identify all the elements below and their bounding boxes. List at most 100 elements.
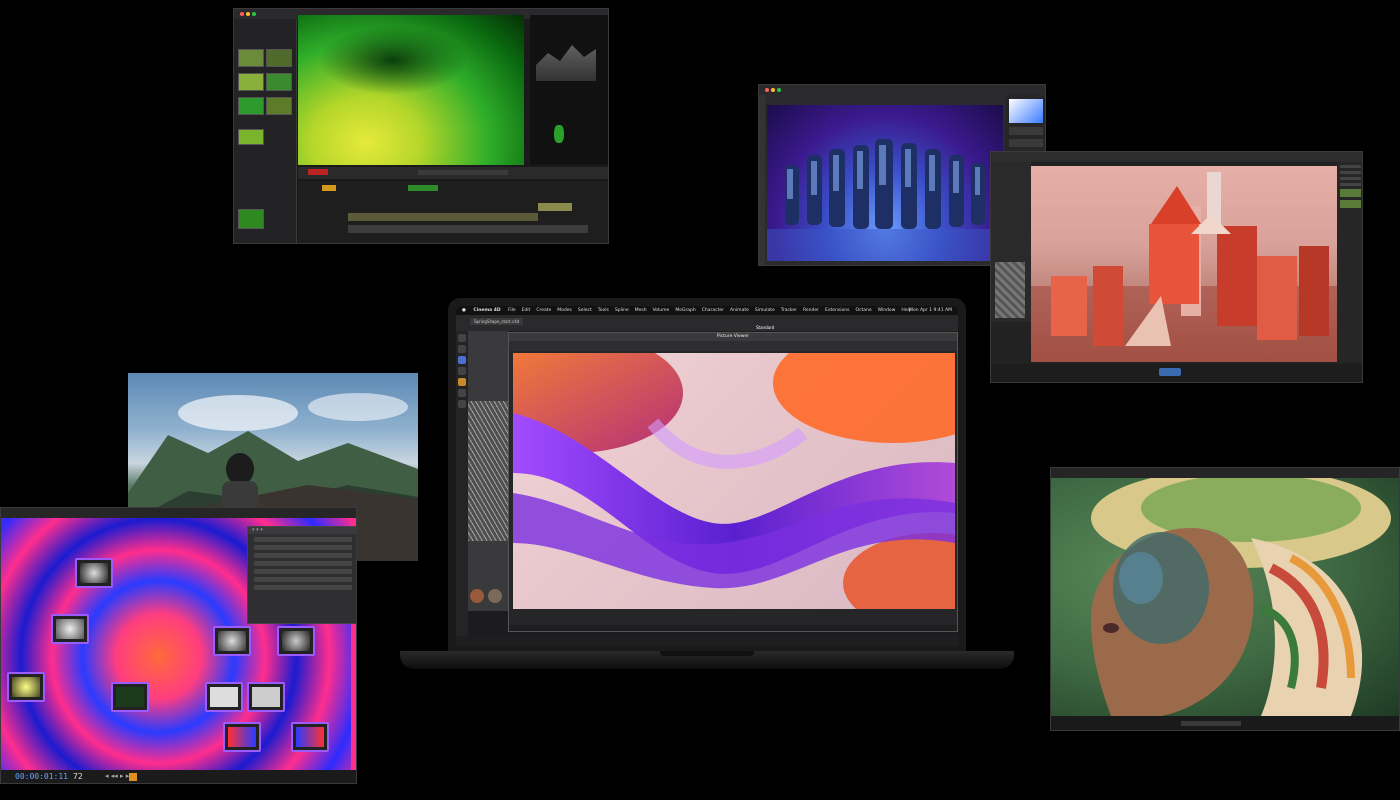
- 3d-app-window: [990, 151, 1363, 383]
- laptop-notch: [660, 651, 754, 656]
- material-thumbnail[interactable]: [488, 589, 502, 603]
- menubar-item-character[interactable]: Character: [702, 306, 724, 315]
- camera-tool-icon[interactable]: [458, 400, 466, 408]
- menubar-item-edit[interactable]: Edit: [522, 306, 531, 315]
- dancers-canvas: [767, 105, 1003, 261]
- outliner-panel[interactable]: [1337, 162, 1362, 362]
- menubar-item-select[interactable]: Select: [578, 306, 592, 315]
- menubar-item-modes[interactable]: Modes: [557, 306, 572, 315]
- record-button[interactable]: [129, 773, 137, 781]
- menubar-item-octane[interactable]: Octane: [855, 306, 871, 315]
- laptop: ● Cinema 4D File Edit Create Modes Select Too…: [448, 298, 966, 653]
- node-tile[interactable]: [75, 558, 113, 588]
- menubar-clock: Mon Apr 1 9:41 AM: [909, 308, 952, 313]
- zoom-icon[interactable]: [252, 11, 256, 16]
- close-icon[interactable]: [240, 11, 244, 16]
- select-tool-icon[interactable]: [458, 367, 466, 375]
- menubar-item-window[interactable]: Window: [878, 306, 896, 315]
- node-tile[interactable]: [111, 682, 149, 712]
- material-thumbnail[interactable]: [470, 589, 484, 603]
- node-tile[interactable]: [247, 682, 285, 712]
- photo-viewer-window: [1050, 467, 1400, 731]
- node-editor-titlebar: [1, 508, 356, 518]
- picture-viewer-titlebar: Picture Viewer: [509, 333, 957, 341]
- node-tile[interactable]: [223, 722, 261, 752]
- clip-thumbnail[interactable]: [266, 73, 292, 91]
- 3d-app-timeline[interactable]: [991, 364, 1362, 382]
- c4d-viewport[interactable]: [468, 331, 508, 611]
- zoom-icon[interactable]: [777, 87, 781, 92]
- apple-icon[interactable]: ●: [462, 306, 466, 315]
- render-canvas: [513, 353, 955, 609]
- twisted-ribbon-illustration: [513, 353, 955, 609]
- menubar-item-extensions[interactable]: Extensions: [825, 306, 849, 315]
- spline-tool-icon[interactable]: [458, 378, 466, 386]
- menubar-item-spline[interactable]: Spline: [615, 306, 629, 315]
- picture-viewer-status: [509, 625, 957, 631]
- node-tile[interactable]: [291, 722, 329, 752]
- layout-tab-standard[interactable]: Standard: [756, 325, 774, 330]
- c4d-toolbar: SpringShape_start.c4d Standard: [456, 315, 958, 331]
- clip-thumbnail[interactable]: [266, 97, 292, 115]
- timecode-display: 00:00:01:11: [15, 772, 68, 781]
- menubar-item-tools[interactable]: Tools: [598, 306, 609, 315]
- red-buildings-viewport: [1031, 166, 1337, 362]
- 3d-app-sidebar[interactable]: [991, 162, 1031, 322]
- node-editor-window: ▾ ▾ ▾ 00:00:01:11 72 ◂ ◂◂ ▸ ▸▸: [0, 507, 357, 784]
- laptop-screen: ● Cinema 4D File Edit Create Modes Select Too…: [456, 306, 958, 646]
- photo-viewer-titlebar: [1051, 468, 1399, 478]
- menubar-item-file[interactable]: File: [508, 306, 516, 315]
- inspector-panel[interactable]: ▾ ▾ ▾: [247, 526, 356, 624]
- c4d-left-tools[interactable]: [456, 331, 468, 636]
- picture-viewer-window: Picture Viewer: [508, 332, 958, 632]
- node-tile[interactable]: [213, 626, 251, 656]
- photo-editor-titlebar: [759, 85, 1045, 95]
- rotate-tool-icon[interactable]: [458, 356, 466, 364]
- menubar-items: File Edit Create Modes Select Tools Spline Mesh…: [508, 308, 918, 313]
- menubar-item-create[interactable]: Create: [536, 306, 551, 315]
- scopes-panel: [530, 15, 608, 165]
- clip-thumbnail[interactable]: [238, 49, 264, 67]
- close-icon[interactable]: [765, 87, 769, 92]
- document-tab[interactable]: SpringShape_start.c4d: [470, 318, 524, 325]
- picture-viewer-title: Picture Viewer: [716, 334, 750, 339]
- clip-thumbnail[interactable]: [266, 49, 292, 67]
- scale-tool-icon[interactable]: [458, 345, 466, 353]
- clip-thumbnail[interactable]: [238, 209, 264, 229]
- menubar-item-mesh[interactable]: Mesh: [635, 306, 647, 315]
- move-tool-icon[interactable]: [458, 334, 466, 342]
- portrait-illustration: [1091, 478, 1391, 716]
- menubar-item-animate[interactable]: Animate: [730, 306, 749, 315]
- buildings-illustration: [1031, 172, 1337, 362]
- media-bin: [234, 19, 297, 243]
- menubar-item-tracker[interactable]: Tracker: [781, 306, 797, 315]
- polygon-tool-icon[interactable]: [458, 389, 466, 397]
- menubar-item-simulate[interactable]: Simulate: [755, 306, 775, 315]
- node-tile[interactable]: [51, 614, 89, 644]
- menubar-app-name[interactable]: Cinema 4D: [473, 306, 500, 315]
- menubar-item-volume[interactable]: Volume: [653, 306, 670, 315]
- playback-bar[interactable]: 00:00:01:11 72 ◂ ◂◂ ▸ ▸▸: [1, 770, 356, 783]
- clip-thumbnail[interactable]: [238, 129, 264, 145]
- timeline[interactable]: [298, 181, 608, 243]
- macos-menubar: ● Cinema 4D File Edit Create Modes Select Too…: [456, 306, 958, 315]
- laptop-base: [400, 651, 1014, 669]
- photo-viewer-controls[interactable]: [1051, 716, 1399, 730]
- portrait-image: [1051, 478, 1399, 716]
- node-tile[interactable]: [7, 672, 45, 702]
- frame-number[interactable]: 72: [73, 772, 83, 781]
- node-tile[interactable]: [277, 626, 315, 656]
- menubar-item-mograph[interactable]: MoGraph: [675, 306, 695, 315]
- clip-thumbnail[interactable]: [238, 97, 264, 115]
- dancer-group-illustration: [767, 139, 1003, 261]
- minimize-icon[interactable]: [771, 87, 775, 92]
- compositing-app-window: [233, 8, 609, 244]
- 3d-app-topbar: [991, 152, 1362, 162]
- menubar-item-render[interactable]: Render: [803, 306, 819, 315]
- transport-bar[interactable]: [298, 167, 608, 179]
- clip-thumbnail[interactable]: [238, 73, 264, 91]
- c4d-statusbar: [456, 636, 958, 646]
- node-tile[interactable]: [205, 682, 243, 712]
- minimize-icon[interactable]: [246, 11, 250, 16]
- tool-palette[interactable]: [759, 95, 765, 265]
